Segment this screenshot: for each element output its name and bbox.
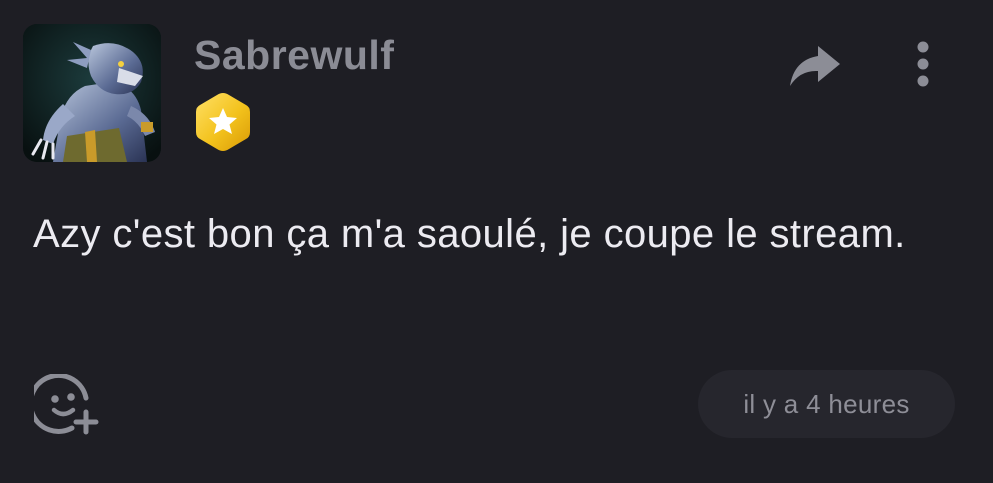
more-options-button[interactable]: [906, 40, 940, 92]
username[interactable]: Sabrewulf: [194, 32, 394, 79]
timestamp-badge: il y a 4 heures: [698, 370, 955, 438]
add-reaction-button[interactable]: [28, 372, 104, 436]
message-text: Azy c'est bon ça m'a saoulé, je coupe le…: [33, 212, 906, 256]
vertical-dots-icon: [917, 41, 929, 87]
werewolf-avatar-image: [23, 24, 161, 162]
avatar[interactable]: [23, 24, 161, 162]
star-hexagon-badge-icon: [192, 91, 254, 153]
share-button[interactable]: [786, 42, 842, 90]
chat-message-card: Sabrewulf Azy c'est bon ça m'a saoulé, j…: [0, 0, 993, 483]
share-arrow-icon: [790, 46, 840, 86]
add-reaction-icon: [28, 372, 99, 435]
